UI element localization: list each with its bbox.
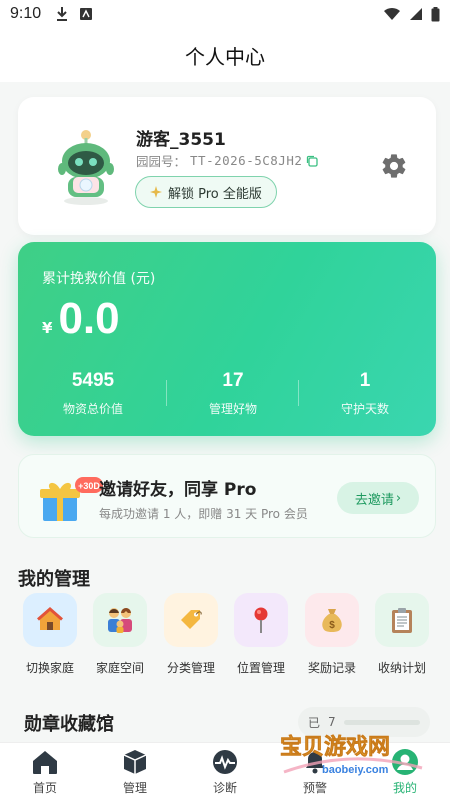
- unlock-pro-label: 解锁 Pro 全能版: [168, 186, 262, 202]
- wifi-icon: [384, 7, 400, 20]
- badges-section-title: 勋章收藏馆: [24, 714, 114, 735]
- invite-subtitle: 每成功邀请 1 人，即赠 31 天 Pro 会员: [99, 507, 308, 521]
- svg-text:$: $: [329, 620, 335, 631]
- username: 游客_3551: [136, 130, 226, 150]
- stat-label: 物资总价值: [62, 402, 123, 416]
- top-bar: 个人中心: [0, 28, 450, 82]
- stat-divider: [166, 380, 167, 406]
- status-bar: 9:10: [0, 0, 450, 28]
- pulse-icon: [210, 747, 240, 777]
- invite-button-label: 去邀请: [354, 492, 394, 508]
- download-icon: [57, 7, 68, 21]
- chevron-right-icon: ›: [395, 490, 402, 506]
- stat-divider: [298, 380, 299, 406]
- mgmt-item-location[interactable]: 位置管理: [225, 593, 297, 676]
- battery-icon: [431, 6, 440, 21]
- signal-icon: [410, 8, 422, 20]
- invite-card[interactable]: +30D 邀请好友，同享 Pro 每成功邀请 1 人，即赠 31 天 Pro 会…: [18, 454, 436, 538]
- mgmt-item-switch-family[interactable]: 切换家庭: [14, 593, 86, 676]
- tab-home[interactable]: 首页: [0, 743, 90, 800]
- invite-button[interactable]: 去邀请 ›: [337, 482, 419, 514]
- mgmt-item-label: 切换家庭: [25, 661, 74, 675]
- saved-value-number: 0.0: [58, 294, 120, 343]
- tab-label: 我的: [392, 781, 417, 795]
- stat-value: 17: [222, 370, 244, 391]
- badge-progress[interactable]: 已 7: [298, 707, 430, 737]
- bell-icon: [300, 747, 330, 777]
- currency-symbol: ¥: [42, 319, 53, 337]
- unlock-pro-button[interactable]: 解锁 Pro 全能版: [135, 176, 277, 208]
- mgmt-item-label: 位置管理: [236, 661, 285, 675]
- house-icon: [23, 593, 77, 647]
- profile-card: 游客_3551 园园号： TT-2026-5C8JH2 解锁 Pro 全能版: [18, 97, 436, 235]
- tag-icon: [164, 593, 218, 647]
- app-notification-icon: [80, 8, 93, 20]
- mgmt-item-label: 收纳计划: [377, 661, 426, 675]
- bottom-tab-bar: 首页 管理 诊断 预警 我的: [0, 742, 450, 800]
- mgmt-item-label: 奖励记录: [307, 661, 356, 675]
- badge-progress-suffix: 7: [328, 715, 336, 729]
- gear-icon: [382, 154, 406, 178]
- saved-value-amount: ¥ 0.0: [42, 294, 120, 344]
- sparkle-icon: [150, 186, 162, 198]
- mgmt-item-label: 分类管理: [166, 661, 215, 675]
- box-icon: [120, 747, 150, 777]
- tab-label: 管理: [122, 781, 147, 795]
- mgmt-item-storage-plan[interactable]: 收纳计划: [366, 593, 438, 676]
- stat-label: 管理好物: [208, 402, 257, 416]
- pin-icon: [234, 593, 288, 647]
- stat-label: 守护天数: [340, 402, 389, 416]
- profile-icon: [390, 747, 420, 777]
- invite-badge-text: +30D: [78, 481, 100, 491]
- saved-value-card[interactable]: 累计挽救价值 (元) ¥ 0.0 5495 物资总价值 17 管理好物 1 守护…: [18, 242, 436, 436]
- mgmt-item-category[interactable]: 分类管理: [155, 593, 227, 676]
- garden-id-label: 园园号：: [136, 154, 187, 169]
- copy-icon[interactable]: [306, 155, 319, 167]
- avatar[interactable]: [46, 127, 126, 207]
- management-section-title: 我的管理: [18, 569, 90, 590]
- money-bag-icon: $: [305, 593, 359, 647]
- stat-value: 1: [359, 370, 371, 391]
- tab-mine[interactable]: 我的: [360, 743, 450, 800]
- home-icon: [30, 747, 60, 777]
- family-icon: [93, 593, 147, 647]
- settings-button[interactable]: [380, 152, 408, 180]
- tab-diagnose[interactable]: 诊断: [180, 743, 270, 800]
- stat-value: 5495: [71, 370, 115, 391]
- mgmt-item-label: 家庭空间: [95, 661, 144, 675]
- clipboard-icon: [375, 593, 429, 647]
- page-title: 个人中心: [185, 44, 265, 69]
- mgmt-item-family-space[interactable]: 家庭空间: [84, 593, 156, 676]
- stat-guard-days: 1 守护天数: [300, 370, 430, 417]
- tab-label: 预警: [302, 781, 327, 795]
- gift-icon: +30D: [37, 469, 105, 525]
- mgmt-item-rewards[interactable]: $ 奖励记录: [296, 593, 368, 676]
- tab-manage[interactable]: 管理: [90, 743, 180, 800]
- stat-total-value: 5495 物资总价值: [28, 370, 158, 417]
- badge-progress-bar: [343, 719, 420, 725]
- robot-mascot-icon: [58, 130, 114, 205]
- status-time: 9:10: [10, 5, 42, 22]
- stat-managed-items: 17 管理好物: [168, 370, 298, 417]
- tab-label: 诊断: [212, 781, 237, 795]
- tab-alert[interactable]: 预警: [270, 743, 360, 800]
- garden-id-value: TT-2026-5C8JH2: [190, 153, 303, 168]
- garden-id: 园园号： TT-2026-5C8JH2: [136, 151, 319, 170]
- saved-value-label: 累计挽救价值 (元): [42, 271, 156, 287]
- invite-title: 邀请好友，同享 Pro: [99, 480, 257, 500]
- tab-label: 首页: [32, 781, 57, 795]
- badge-progress-prefix: 已: [308, 715, 321, 730]
